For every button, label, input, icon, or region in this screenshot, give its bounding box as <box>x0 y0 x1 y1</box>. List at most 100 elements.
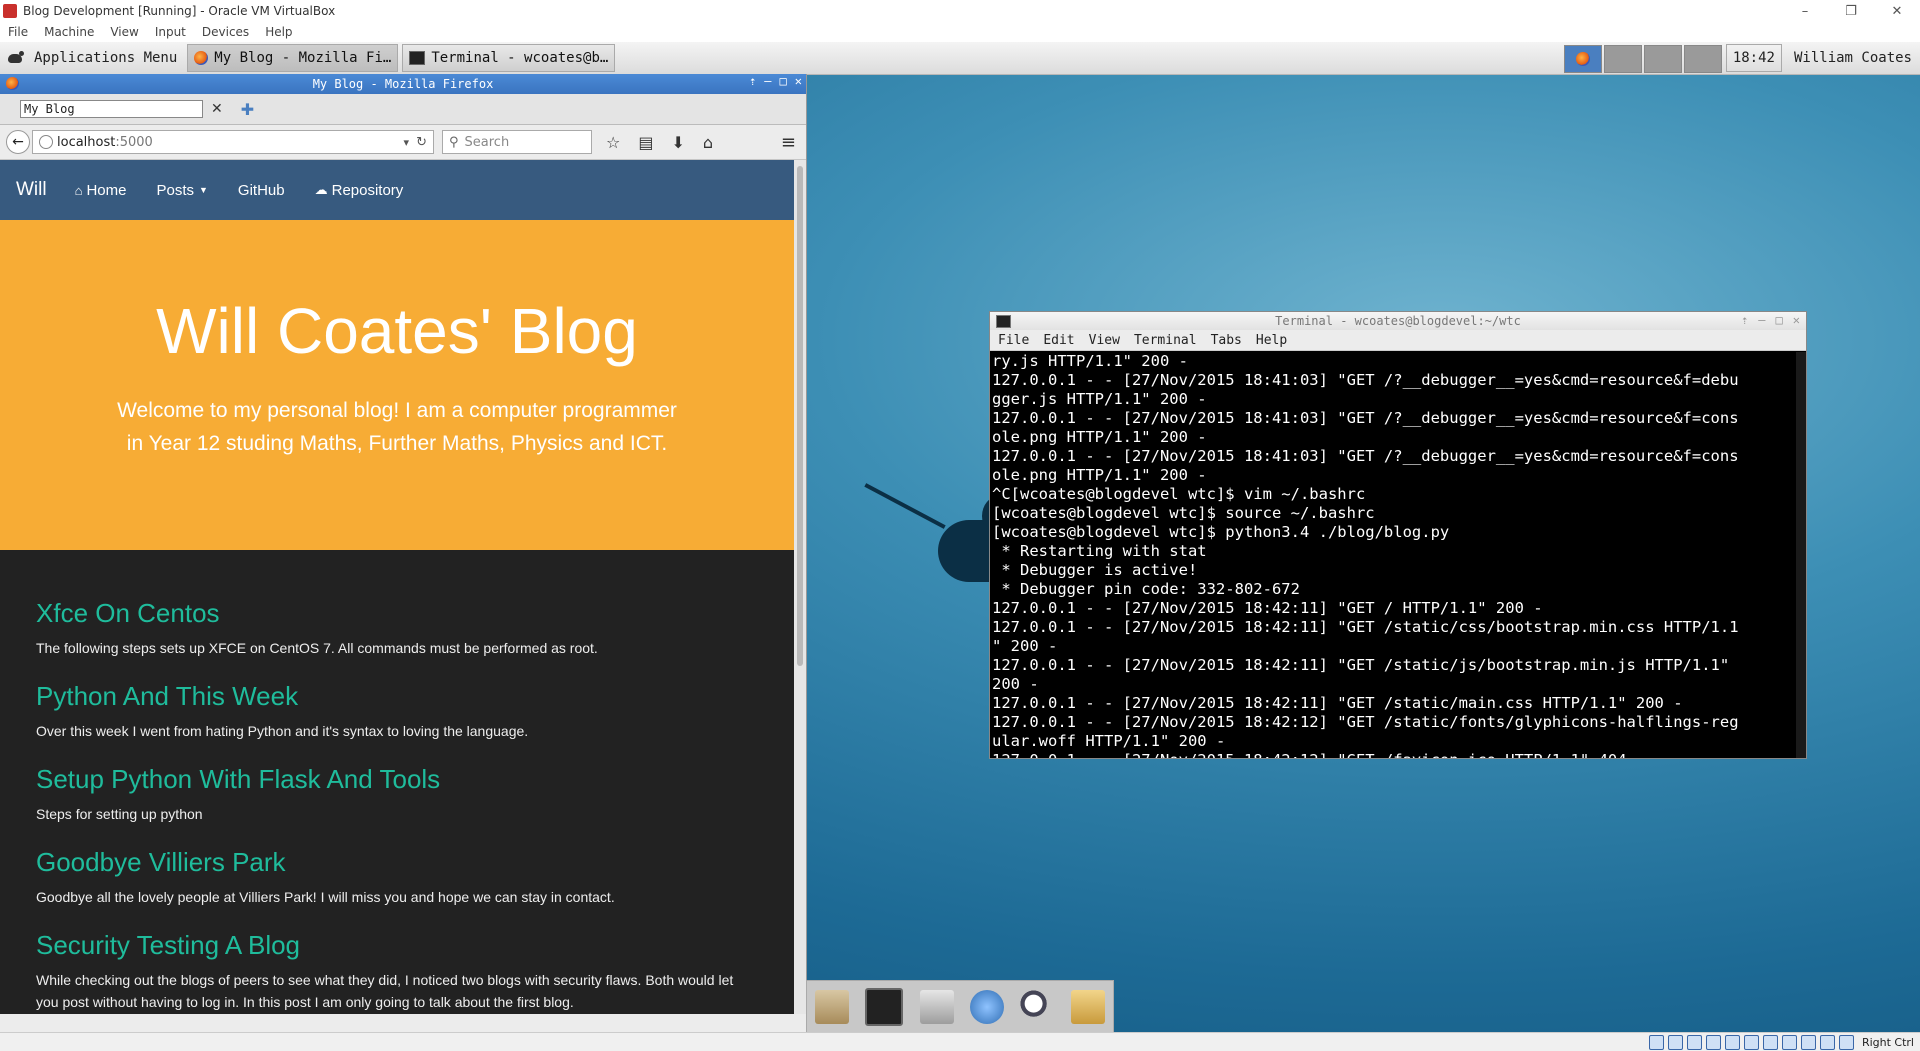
terminal-icon <box>996 315 1011 328</box>
usb-icon[interactable] <box>1724 1034 1740 1050</box>
list-item: Xfce On Centos The following steps sets … <box>36 598 758 659</box>
search-icon: ⚲ <box>449 134 459 150</box>
terminal-title-bar[interactable]: Terminal - wcoates@blogdevel:~/wtc ⇡ – □… <box>990 312 1806 330</box>
list-item: Python And This Week Over this week I we… <box>36 681 758 742</box>
panel-user[interactable]: William Coates <box>1786 50 1920 66</box>
workspace-3[interactable] <box>1643 45 1682 73</box>
post-title-link[interactable]: Python And This Week <box>36 681 758 712</box>
post-title-link[interactable]: Xfce On Centos <box>36 598 758 629</box>
page-scrollbar[interactable] <box>794 160 806 1014</box>
panel-clock[interactable]: 18:42 <box>1725 44 1782 72</box>
keyboard-capture-icon[interactable] <box>1838 1034 1854 1050</box>
menu-view[interactable]: View <box>110 25 138 39</box>
menu-help[interactable]: Help <box>1256 333 1287 348</box>
maximize-button[interactable]: □ <box>780 74 787 88</box>
menu-devices[interactable]: Devices <box>202 25 249 39</box>
maximize-button[interactable]: □ <box>1776 313 1783 327</box>
navbar-brand[interactable]: Will <box>16 179 47 201</box>
url-bar[interactable]: localhost:5000 ▾ ↻ <box>32 130 434 154</box>
display-icon[interactable] <box>1762 1034 1778 1050</box>
close-button[interactable]: ✕ <box>1793 313 1800 327</box>
close-button[interactable]: ✕ <box>795 74 802 88</box>
terminal-line: 200 - <box>992 675 1039 693</box>
applications-menu-button[interactable]: Applications Menu <box>0 42 183 74</box>
nav-home[interactable]: ⌂ Home <box>75 182 127 199</box>
menu-machine[interactable]: Machine <box>44 25 94 39</box>
guest-desktop: Applications Menu My Blog - Mozilla Fi… … <box>0 42 1920 1032</box>
xfce-top-panel: Applications Menu My Blog - Mozilla Fi… … <box>0 42 1920 75</box>
minimize-button[interactable]: – <box>1782 0 1828 22</box>
terminal-line: ry.js HTTP/1.1" 200 - <box>992 352 1188 370</box>
post-title-link[interactable]: Setup Python With Flask And Tools <box>36 764 758 795</box>
reading-list-icon[interactable]: ▤ <box>638 133 653 152</box>
home-icon[interactable]: ⌂ <box>703 133 713 152</box>
terminal-launcher-icon[interactable] <box>865 988 904 1026</box>
taskbar-item-firefox[interactable]: My Blog - Mozilla Fi… <box>187 44 399 72</box>
bookmark-star-icon[interactable]: ☆ <box>606 133 620 152</box>
close-button[interactable]: ✕ <box>1874 0 1920 22</box>
nav-posts-label: Posts <box>156 181 194 199</box>
nav-repository-label: Repository <box>331 181 404 199</box>
site-navbar: Will ⌂ Home Posts ▼ GitHub ☁ Repository <box>0 160 794 220</box>
file-manager-icon[interactable] <box>919 990 954 1024</box>
virtualization-icon[interactable] <box>1800 1034 1816 1050</box>
network-icon[interactable] <box>1705 1034 1721 1050</box>
audio-icon[interactable] <box>1686 1034 1702 1050</box>
minimize-button[interactable]: – <box>1758 313 1765 327</box>
nav-github[interactable]: GitHub <box>238 182 285 199</box>
new-tab-button[interactable]: ✚ <box>241 100 254 119</box>
menu-view[interactable]: View <box>1089 333 1120 348</box>
cloud-icon: ☁ <box>314 182 328 197</box>
terminal-line: 127.0.0.1 - - [27/Nov/2015 18:42:12] "GE… <box>992 713 1739 731</box>
terminal-menubar: File Edit View Terminal Tabs Help <box>990 330 1806 351</box>
download-icon[interactable]: ⬇ <box>671 133 684 152</box>
menu-file[interactable]: File <box>8 25 28 39</box>
taskbar-item-terminal[interactable]: Terminal - wcoates@b… <box>402 44 616 72</box>
nav-github-label: GitHub <box>237 181 285 199</box>
folder-icon[interactable] <box>1070 990 1105 1024</box>
workspace-1[interactable] <box>1563 45 1602 73</box>
nav-posts[interactable]: Posts ▼ <box>156 182 207 199</box>
reload-icon[interactable]: ↻ <box>416 135 427 150</box>
chevron-down-icon[interactable]: ▾ <box>403 136 409 149</box>
shade-button[interactable]: ⇡ <box>749 74 756 88</box>
host-key-label: Right Ctrl <box>1861 1035 1914 1049</box>
list-item: Security Testing A Blog While checking o… <box>36 930 758 1013</box>
minimize-button[interactable]: – <box>764 74 771 88</box>
terminal-output[interactable]: ry.js HTTP/1.1" 200 - 127.0.0.1 - - [27/N… <box>990 352 1798 758</box>
app-finder-icon[interactable] <box>1020 990 1055 1024</box>
hard-disk-icon[interactable] <box>1648 1034 1664 1050</box>
vbox-window-title: Blog Development [Running] - Oracle VM V… <box>23 4 336 18</box>
shared-folders-icon[interactable] <box>1743 1034 1759 1050</box>
menu-file[interactable]: File <box>998 333 1029 348</box>
list-item: Setup Python With Flask And Tools Steps … <box>36 764 758 825</box>
mouse-integration-icon[interactable] <box>1819 1034 1835 1050</box>
shade-button[interactable]: ⇡ <box>1741 313 1748 327</box>
back-arrow-icon[interactable]: ← <box>6 130 30 154</box>
tab-my-blog[interactable]: My Blog <box>20 100 203 118</box>
menu-edit[interactable]: Edit <box>1043 333 1074 348</box>
menu-terminal[interactable]: Terminal <box>1134 333 1197 348</box>
post-title-link[interactable]: Goodbye Villiers Park <box>36 847 758 878</box>
restore-button[interactable]: ❐ <box>1828 0 1874 22</box>
menu-tabs[interactable]: Tabs <box>1211 333 1242 348</box>
home-folder-icon[interactable] <box>815 990 850 1024</box>
tab-close-icon[interactable]: ✕ <box>211 101 223 117</box>
globe-icon <box>39 135 53 149</box>
menu-help[interactable]: Help <box>265 25 292 39</box>
terminal-window-title: Terminal - wcoates@blogdevel:~/wtc <box>1275 314 1521 328</box>
firefox-title-bar[interactable]: My Blog - Mozilla Firefox ⇡ – □ ✕ <box>0 74 806 94</box>
menu-input[interactable]: Input <box>155 25 186 39</box>
hamburger-menu-icon[interactable]: ≡ <box>781 132 796 153</box>
virtualbox-icon <box>3 4 17 18</box>
workspace-2[interactable] <box>1603 45 1642 73</box>
post-title-link[interactable]: Security Testing A Blog <box>36 930 758 961</box>
scrollbar-thumb[interactable] <box>797 166 803 666</box>
nav-repository[interactable]: ☁ Repository <box>315 182 404 199</box>
web-browser-icon[interactable] <box>970 990 1005 1024</box>
terminal-scrollbar[interactable] <box>1796 352 1806 758</box>
optical-drive-icon[interactable] <box>1667 1034 1683 1050</box>
video-capture-icon[interactable] <box>1781 1034 1797 1050</box>
workspace-4[interactable] <box>1683 45 1722 73</box>
search-input[interactable]: ⚲ Search <box>442 130 592 154</box>
